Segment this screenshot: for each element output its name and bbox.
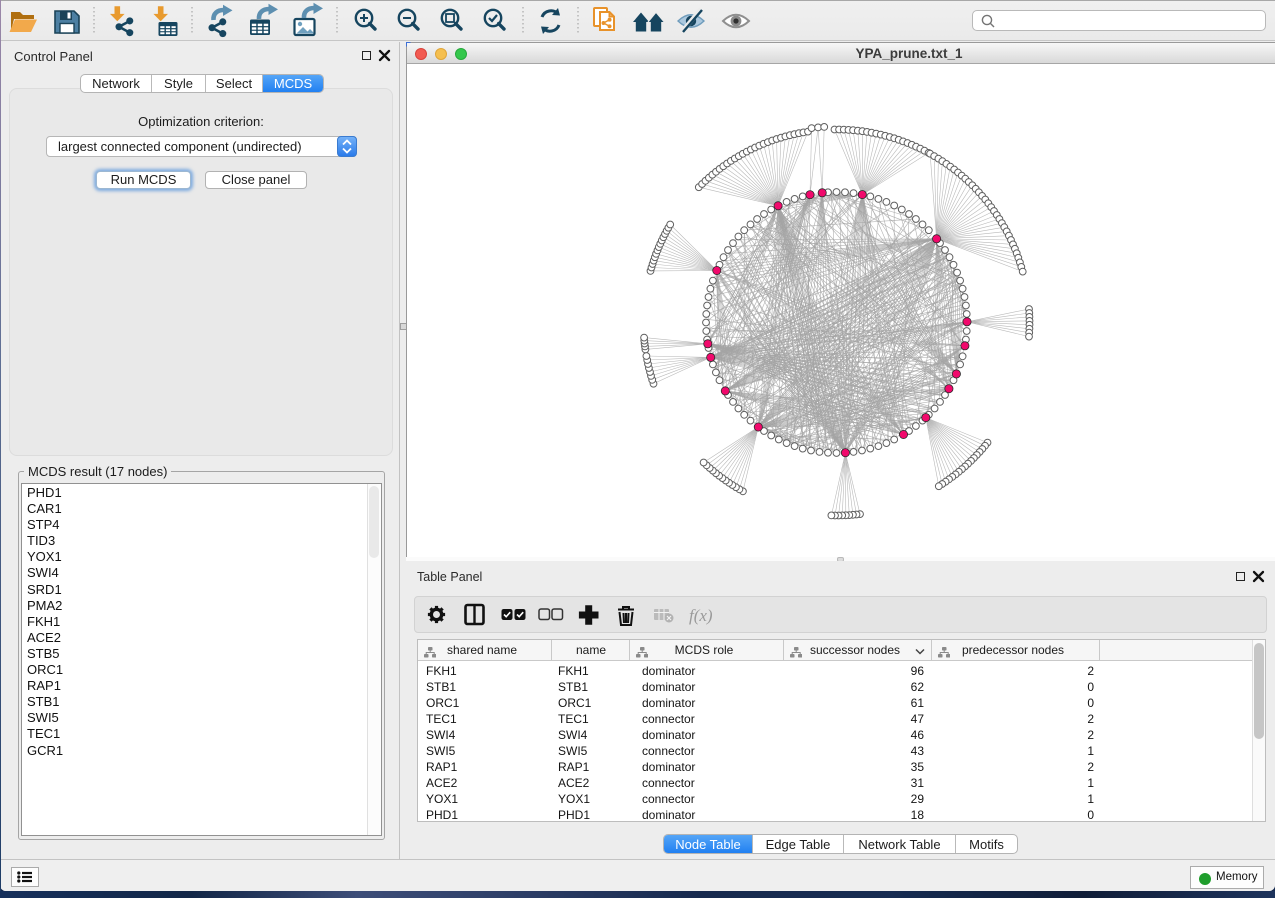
svg-text:f(x): f(x) [689,606,713,625]
